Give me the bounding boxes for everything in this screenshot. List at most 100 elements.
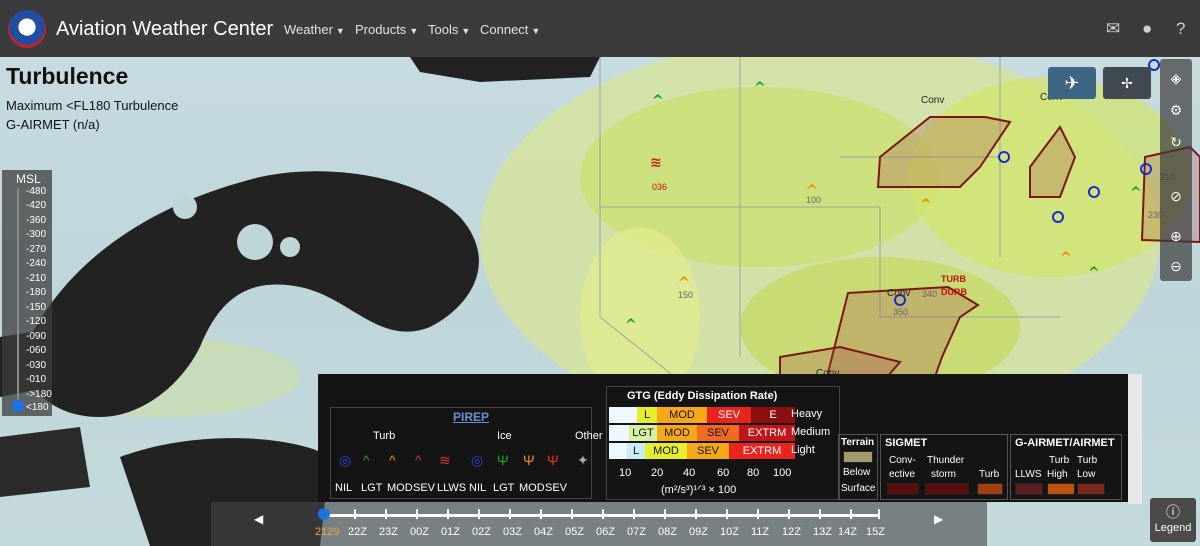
altitude-tick[interactable]: -240 [26, 258, 46, 269]
timeline-label[interactable]: 07Z [627, 526, 646, 538]
timeline-label[interactable]: 04Z [534, 526, 553, 538]
zoom-in-icon[interactable]: ⊕ [1167, 227, 1185, 245]
pirep-link[interactable]: PIREP [453, 410, 489, 424]
light-turb-icon: ^ [363, 452, 370, 468]
info-icon: ⓘ [1166, 504, 1180, 520]
timeline-label[interactable]: 03Z [503, 526, 522, 538]
chevron-down-icon: ▼ [335, 26, 345, 36]
gairmet-title: G-AIRMET/AIRMET [1015, 437, 1115, 449]
nav-products[interactable]: Products ▼ [355, 22, 418, 37]
timeline-tick [726, 509, 728, 519]
chevron-down-icon: ▼ [409, 26, 419, 36]
nav-tools[interactable]: Tools ▼ [428, 22, 470, 37]
map-label-alt: 036 [652, 182, 668, 192]
zoom-out-icon[interactable]: ⊖ [1167, 257, 1185, 275]
altitude-tick[interactable]: -090 [26, 331, 46, 342]
svg-text:≋: ≋ [650, 155, 662, 171]
layers-icon[interactable]: ◈ [1167, 69, 1185, 87]
timeline-label[interactable]: 06Z [596, 526, 615, 538]
timeline-tick [819, 509, 821, 519]
timeline-label-current[interactable]: 2129 [315, 526, 339, 538]
timeline-label[interactable]: 11Z [751, 526, 769, 538]
timeline-tick [602, 509, 604, 519]
timeline-label[interactable]: 09Z [689, 526, 708, 538]
altitude-tick[interactable]: -150 [26, 302, 46, 313]
timeline-label[interactable]: 12Z [782, 526, 801, 538]
timeline-label[interactable]: 23Z [379, 526, 398, 538]
legend-button-label: Legend [1154, 522, 1192, 534]
fixed-wing-button[interactable]: ✈ [1048, 67, 1096, 99]
legend-scrollbar[interactable] [1128, 374, 1142, 504]
legend-panel: PIREP Turb Ice Other ◎ ^ ^ ^ ≋ ◎ Ψ Ψ Ψ ✦… [318, 374, 1128, 502]
turb-low-label: Turb [1077, 455, 1098, 466]
timeline-label[interactable]: 00Z [410, 526, 429, 538]
map-label-conv: Conv [887, 288, 911, 299]
user-icon[interactable]: ● [1142, 19, 1152, 39]
altitude-tick[interactable]: -060 [26, 345, 46, 356]
gtg-row-heavy: L MOD SEV E [609, 407, 795, 423]
noaa-logo[interactable] [8, 10, 46, 48]
altitude-tick[interactable]: -420 [26, 200, 46, 211]
timeline-label[interactable]: 02Z [472, 526, 491, 538]
timeline-label[interactable]: 15Z [866, 526, 885, 538]
mail-icon[interactable]: ✉ [1106, 19, 1120, 39]
altitude-tick[interactable]: -270 [26, 244, 46, 255]
timeline-label[interactable]: 14Z [838, 526, 857, 538]
timeline-tick [509, 509, 511, 519]
ice-level: SEV [545, 482, 568, 494]
timeline-label[interactable]: 22Z [348, 526, 367, 538]
sev-turb-icon: ^ [415, 452, 422, 468]
altitude-slider[interactable]: MSL -480 -420 -360 -300 -270 -240 -210 -… [2, 170, 52, 416]
gtg-cell [609, 425, 629, 441]
timeline-tick [447, 509, 449, 519]
airplane-icon: ✈ [1064, 73, 1080, 93]
surface-label: Surface [841, 483, 876, 494]
chevron-down-icon: ▼ [531, 26, 541, 36]
timeline-tick [385, 509, 387, 519]
gtg-cell: EXTRM [729, 443, 795, 459]
altitude-tick[interactable]: -300 [26, 229, 46, 240]
ice-level: NIL [469, 482, 487, 494]
altitude-tick[interactable]: ->180 [26, 389, 52, 400]
sigmet-title: SIGMET [885, 437, 928, 449]
altitude-tick[interactable]: -120 [26, 316, 46, 327]
altitude-tick[interactable]: -360 [26, 215, 46, 226]
nav-weather[interactable]: Weather ▼ [284, 22, 345, 37]
gtg-scale: 60 [717, 467, 730, 479]
turb-level: SEV [413, 482, 436, 494]
svg-text:^: ^ [652, 93, 664, 109]
altitude-tick-selected[interactable]: <180 [26, 402, 49, 413]
timeline-label[interactable]: 05Z [565, 526, 584, 538]
timeline-handle[interactable] [318, 508, 330, 520]
map-toolbar: ◈ ⚙ ↻ ⊘ ⊕ ⊖ [1160, 59, 1192, 281]
timeline-label[interactable]: 10Z [720, 526, 739, 538]
legend-button[interactable]: ⓘ Legend [1150, 498, 1196, 542]
altitude-tick[interactable]: -480 [26, 186, 46, 197]
turb-low-label-2: Low [1077, 469, 1096, 480]
map-label-alt: 150 [678, 290, 694, 300]
gtg-cell: MOD [657, 407, 707, 423]
timeline-label[interactable]: 13Z [813, 526, 832, 538]
help-icon[interactable]: ? [1176, 19, 1185, 39]
gtg-cell: L [637, 407, 657, 423]
compass-icon[interactable]: ⊘ [1167, 187, 1185, 205]
map-label-durb: DURB [941, 287, 967, 297]
helicopter-button[interactable]: ✢ [1103, 67, 1151, 99]
next-arrow-icon[interactable]: ▶ [934, 512, 943, 526]
timeline-label[interactable]: 08Z [658, 526, 677, 538]
timeline-label[interactable]: 01Z [441, 526, 460, 538]
altitude-tick[interactable]: -180 [26, 287, 46, 298]
slider-handle[interactable] [12, 400, 24, 412]
altitude-tick[interactable]: -030 [26, 360, 46, 371]
gear-icon[interactable]: ⚙ [1167, 101, 1185, 119]
gtg-scale: 100 [773, 467, 792, 479]
nav-connect[interactable]: Connect ▼ [480, 22, 540, 37]
sigmet-legend: SIGMET Conv- ective Thunder storm Turb [880, 434, 1008, 500]
altitude-tick[interactable]: -210 [26, 273, 46, 284]
slider-track[interactable] [17, 188, 19, 408]
altitude-tick[interactable]: -010 [26, 374, 46, 385]
prev-arrow-icon[interactable]: ◀ [254, 512, 263, 526]
turb-level: NIL [335, 482, 353, 494]
site-title[interactable]: Aviation Weather Center [56, 18, 273, 41]
rotate-icon[interactable]: ↻ [1167, 133, 1185, 151]
